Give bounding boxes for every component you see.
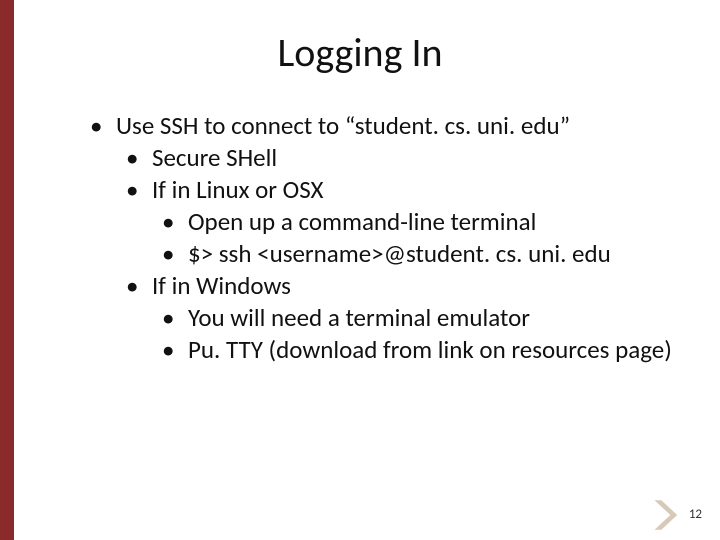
bullet-level3: Pu. TTY (download from link on resources… xyxy=(162,334,680,366)
bullet-text: You will need a terminal emulator xyxy=(188,302,530,333)
bullet-text: If in Windows xyxy=(152,270,291,301)
page-number: 12 xyxy=(689,507,702,522)
bullet-text: Secure SHell xyxy=(152,142,277,173)
bullet-level3: $> ssh <username>@student. cs. uni. edu xyxy=(162,238,680,270)
bullet-text: If in Linux or OSX xyxy=(152,174,324,205)
slide-body: Use SSH to connect to “student. cs. uni.… xyxy=(90,110,680,366)
bullet-text: Pu. TTY (download from link on resources… xyxy=(188,334,672,365)
bullet-text: $> ssh <username>@student. cs. uni. edu xyxy=(188,238,611,269)
bullet-level3: You will need a terminal emulator xyxy=(162,302,680,334)
bullet-text: Open up a command-line terminal xyxy=(188,206,536,237)
bullet-level2: Secure SHell xyxy=(126,142,680,174)
accent-bar xyxy=(0,0,14,540)
bullet-level3: Open up a command-line terminal xyxy=(162,206,680,238)
slide-title: Logging In xyxy=(0,28,720,77)
bullet-level2: If in Windows You will need a terminal e… xyxy=(126,270,680,366)
bullet-level1: Use SSH to connect to “student. cs. uni.… xyxy=(90,110,680,366)
bullet-level2: If in Linux or OSX Open up a command-lin… xyxy=(126,174,680,270)
chevron-right-icon xyxy=(650,498,684,532)
bullet-text: Use SSH to connect to “student. cs. uni.… xyxy=(116,110,570,141)
